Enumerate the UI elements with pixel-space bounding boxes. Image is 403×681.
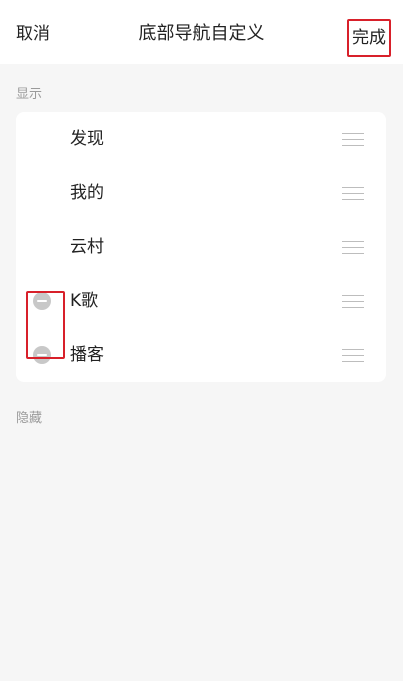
list-item-village: 云村 [16,220,386,274]
section-label-shown: 显示 [16,87,43,102]
list-item-mine: 我的 [16,166,386,220]
drag-handle-icon[interactable] [342,187,364,200]
drag-handle-icon[interactable] [342,133,364,146]
drag-handle-icon[interactable] [342,241,364,254]
remove-buttons-highlight [26,291,65,359]
list-item-podcast: 播客 [16,328,386,382]
list-item-label: K歌 [70,291,99,311]
list-item-karaoke: K歌 [16,274,386,328]
section-label-hidden: 隐藏 [16,411,43,426]
shown-items-list: 发现 我的 云村 K歌 播客 [16,112,386,382]
nav-header: 取消 底部导航自定义 完成 [0,0,403,64]
list-item-label: 云村 [70,237,104,257]
done-button[interactable]: 完成 [347,19,391,57]
list-item-label: 发现 [70,129,104,149]
drag-handle-icon[interactable] [342,349,364,362]
page-title: 底部导航自定义 [138,23,265,44]
drag-handle-icon[interactable] [342,295,364,308]
list-item-label: 播客 [70,345,104,365]
list-item-discover: 发现 [16,112,386,166]
list-item-label: 我的 [70,183,104,203]
